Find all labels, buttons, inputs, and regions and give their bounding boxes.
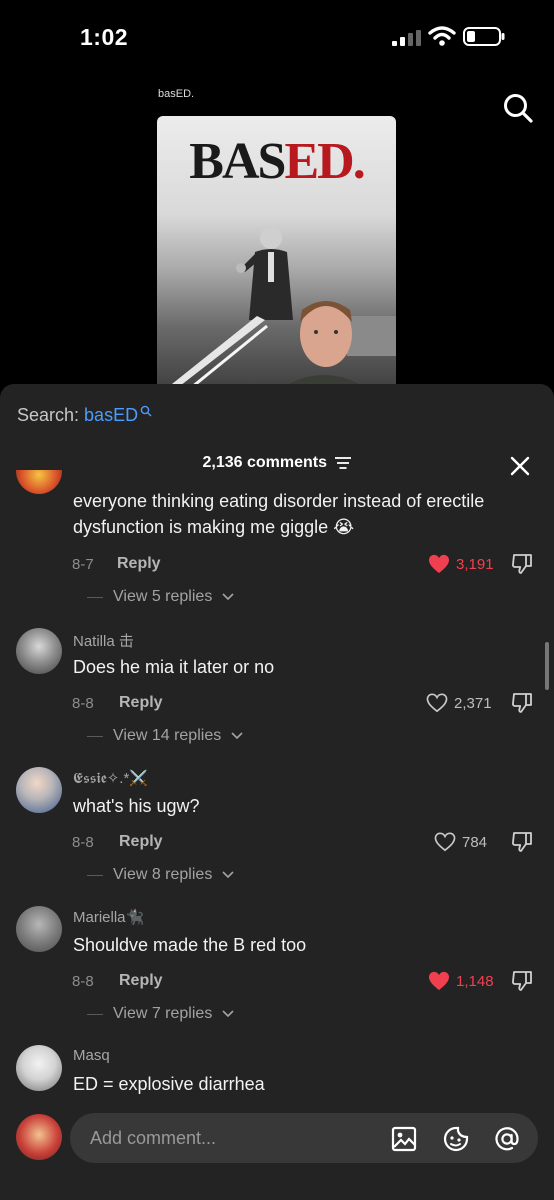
search-term-icon <box>140 405 152 417</box>
comment-text: Does he mia it later or no <box>73 657 275 677</box>
comments-sheet: Search: basED 2,136 comments everyone th… <box>0 384 554 1200</box>
thumbnail-person <box>270 301 378 396</box>
battery-icon <box>463 27 505 46</box>
dislike-icon[interactable] <box>510 552 534 576</box>
view-replies-button[interactable]: View 5 replies <box>87 588 234 606</box>
status-bar: 1:02 <box>0 0 554 76</box>
search-icon[interactable] <box>502 92 534 124</box>
view-replies-button[interactable]: View 8 replies <box>87 866 234 884</box>
filter-icon[interactable] <box>335 456 352 469</box>
comments-count: 2,136 comments <box>202 454 328 471</box>
comment-text: what's his ugw? <box>73 796 200 816</box>
like-button[interactable]: 784 <box>434 832 487 852</box>
reply-button[interactable]: Reply <box>119 833 163 851</box>
comments-scrollbar[interactable] <box>545 642 549 690</box>
chevron-down-icon <box>231 732 243 740</box>
comment-text: ED = explosive diarrhea <box>73 1074 265 1094</box>
avatar[interactable] <box>16 470 62 494</box>
cellular-signal-icon <box>392 30 421 46</box>
comment-username[interactable]: Mariella🐈‍⬛ <box>73 908 144 926</box>
comment-input[interactable] <box>90 1113 370 1163</box>
comment-date: 8-8 <box>72 695 94 712</box>
wifi-icon <box>428 26 456 46</box>
comment-username[interactable]: Masq <box>73 1047 110 1064</box>
comment-date: 8-7 <box>72 556 94 573</box>
mention-icon[interactable] <box>493 1125 521 1153</box>
status-time: 1:02 <box>80 24 129 50</box>
dislike-icon[interactable] <box>510 830 534 854</box>
image-icon[interactable] <box>390 1125 418 1153</box>
close-icon[interactable] <box>510 456 530 476</box>
dislike-icon[interactable] <box>510 969 534 993</box>
like-button[interactable]: 3,191 <box>428 554 494 574</box>
like-count: 2,371 <box>454 694 492 712</box>
comment-text: everyone thinking eating disorder instea… <box>73 491 485 537</box>
avatar[interactable] <box>16 767 62 813</box>
thumbnail-title: BASED. <box>189 133 365 190</box>
like-count: 784 <box>462 833 488 851</box>
chevron-down-icon <box>222 871 234 879</box>
heart-icon <box>429 971 449 991</box>
video-caption: basED. <box>158 88 195 100</box>
reply-button[interactable]: Reply <box>117 555 161 573</box>
video-area[interactable]: basED. BASED. <box>0 76 554 396</box>
avatar[interactable] <box>16 628 62 674</box>
current-user-avatar[interactable] <box>16 1114 62 1160</box>
dislike-icon[interactable] <box>510 691 534 715</box>
like-button[interactable]: 2,371 <box>426 693 492 713</box>
comment-date: 8-8 <box>72 834 94 851</box>
comments-header: 2,136 comments <box>0 454 554 478</box>
comment-date: 8-8 <box>72 973 94 990</box>
comment-composer <box>0 1106 554 1200</box>
chevron-down-icon <box>222 593 234 601</box>
video-thumbnail[interactable]: BASED. <box>157 116 396 396</box>
search-term-link[interactable]: basED <box>84 405 138 425</box>
search-suggestion[interactable]: Search: basED <box>17 405 152 426</box>
avatar[interactable] <box>16 1045 62 1091</box>
heart-icon <box>426 693 448 713</box>
view-replies-button[interactable]: View 7 replies <box>87 1005 234 1023</box>
like-button[interactable]: 1,148 <box>428 971 494 991</box>
like-count: 3,191 <box>456 555 494 573</box>
reply-button[interactable]: Reply <box>119 972 163 990</box>
like-count: 1,148 <box>456 972 494 990</box>
avatar[interactable] <box>16 906 62 952</box>
heart-icon <box>429 554 449 574</box>
comment-username[interactable]: Natilla 击 <box>73 630 134 651</box>
comment-username[interactable]: 𝕰𝖘𝖘𝖎𝖊✧.*⚔️ <box>73 769 148 787</box>
comment-text: Shouldve made the B red too <box>73 935 307 955</box>
emoji-icon[interactable] <box>442 1125 470 1153</box>
reply-button[interactable]: Reply <box>119 694 163 712</box>
heart-icon <box>434 832 456 852</box>
chevron-down-icon <box>222 1010 234 1018</box>
view-replies-button[interactable]: View 14 replies <box>87 727 243 745</box>
comment-input-container[interactable] <box>70 1113 538 1163</box>
